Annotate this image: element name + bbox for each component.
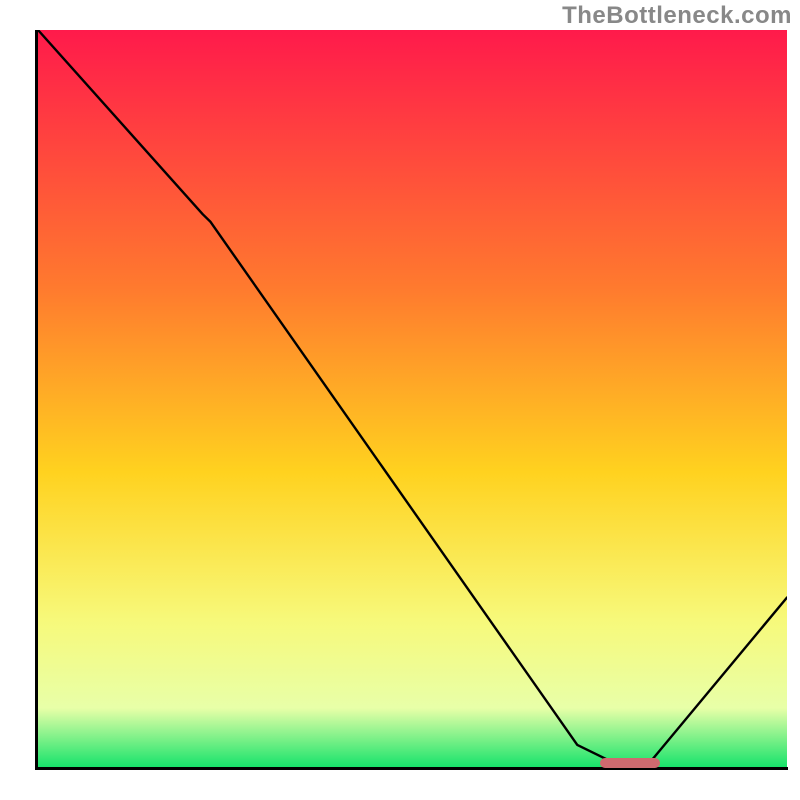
chart-svg [38, 30, 787, 767]
gradient-background [38, 30, 787, 767]
watermark-text: TheBottleneck.com [562, 2, 792, 30]
y-axis [35, 30, 38, 770]
optimal-marker [600, 758, 660, 768]
plot-area [38, 30, 787, 767]
chart-container: TheBottleneck.com [0, 0, 800, 800]
x-axis [35, 767, 788, 770]
